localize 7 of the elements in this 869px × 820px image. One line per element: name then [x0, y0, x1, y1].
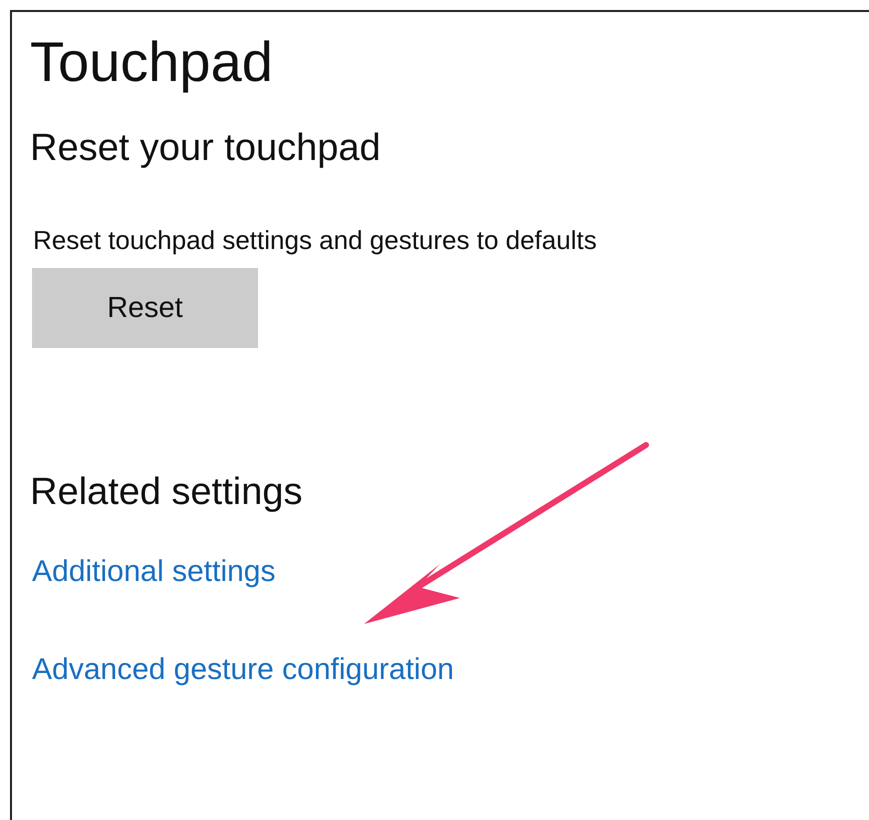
- reset-button[interactable]: Reset: [32, 268, 258, 348]
- settings-link[interactable]: Advanced gesture configuration: [32, 650, 454, 690]
- page-title: Touchpad: [30, 29, 274, 95]
- section-heading: Reset your touchpad: [30, 126, 382, 171]
- description-text: Reset touchpad settings and gestures to defaults: [33, 224, 598, 257]
- settings-link[interactable]: Additional settings: [32, 552, 276, 592]
- section-heading: Related settings: [30, 470, 304, 515]
